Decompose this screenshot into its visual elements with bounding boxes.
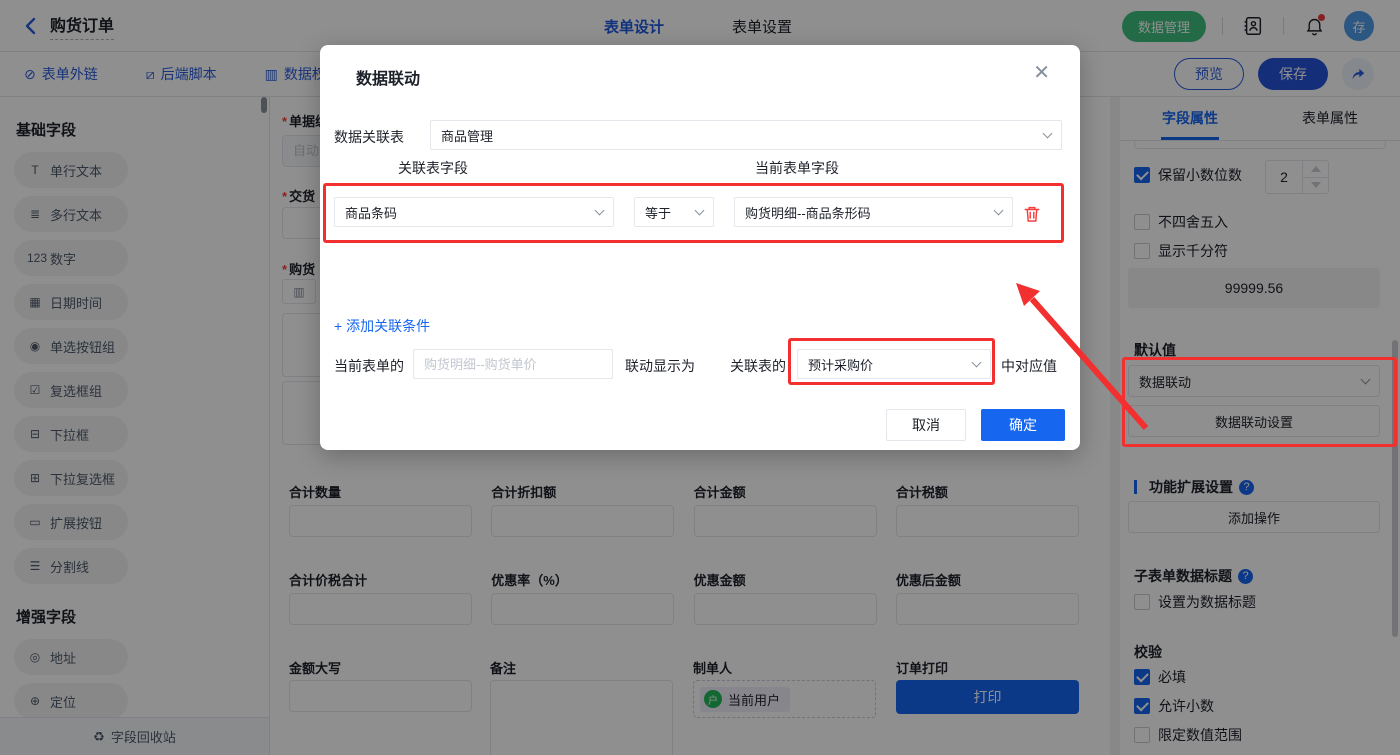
delete-condition-button[interactable] (1023, 205, 1041, 223)
chevron-down-icon (993, 205, 1004, 216)
related-field-select[interactable]: 预计采购价 (797, 349, 991, 379)
data-linkage-dialog: 数据联动 ✕ 数据关联表 商品管理 关联表字段 当前表单字段 商品条码 等于 购… (320, 45, 1080, 450)
confirm-button[interactable]: 确定 (981, 409, 1065, 441)
chevron-down-icon (594, 205, 605, 216)
condition-field-select[interactable]: 商品条码 (334, 197, 614, 227)
chevron-down-icon (694, 205, 705, 216)
trash-icon (1024, 206, 1040, 222)
current-form-field-input[interactable] (413, 349, 613, 379)
condition-field-value: 商品条码 (345, 205, 398, 221)
column-header-form-field: 当前表单字段 (755, 160, 839, 176)
relation-table-label: 数据关联表 (334, 129, 404, 145)
related-field-value: 预计采购价 (808, 357, 874, 373)
chevron-down-icon (1042, 128, 1053, 139)
related-table-label: 关联表的 (730, 358, 786, 374)
display-as-label: 联动显示为 (625, 358, 695, 374)
app-window: 购货订单 表单设计 表单设置 数据管理 存 ⊘ 表单外链 ⧄ 后端脚本 ▥ 数据… (0, 0, 1400, 755)
close-icon[interactable]: ✕ (1033, 63, 1050, 83)
condition-operator-value: 等于 (645, 205, 672, 221)
chevron-down-icon (971, 357, 982, 368)
condition-operator-select[interactable]: 等于 (634, 197, 714, 227)
corresponding-value-label: 中对应值 (1001, 358, 1057, 374)
condition-form-field-select[interactable]: 购货明细--商品条形码 (734, 197, 1013, 227)
relation-table-value: 商品管理 (441, 128, 494, 144)
relation-table-select[interactable]: 商品管理 (430, 120, 1062, 150)
cancel-button[interactable]: 取消 (886, 409, 966, 441)
dialog-title: 数据联动 (356, 71, 421, 88)
condition-form-field-value: 购货明细--商品条形码 (745, 205, 871, 221)
column-header-related-field: 关联表字段 (398, 160, 468, 176)
add-condition-link[interactable]: + 添加关联条件 (334, 316, 430, 336)
current-form-label: 当前表单的 (334, 358, 404, 374)
